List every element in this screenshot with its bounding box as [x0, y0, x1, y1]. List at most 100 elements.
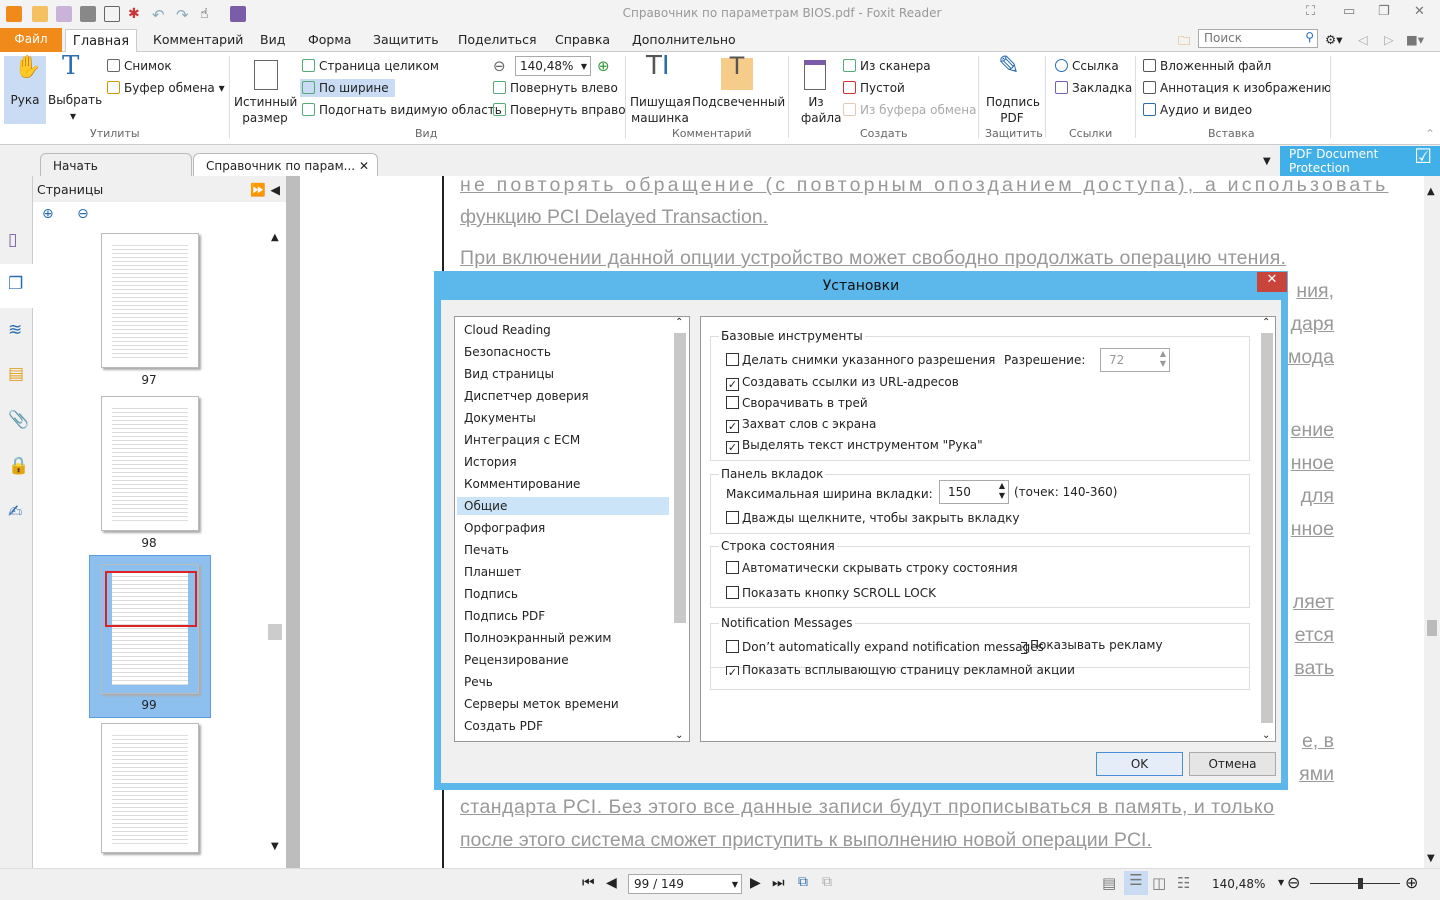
collapse-ribbon-icon[interactable]: ⌃: [1425, 127, 1435, 141]
page-thumbnail-current[interactable]: [101, 564, 199, 694]
continuous-facing-icon[interactable]: ☷: [1177, 874, 1190, 892]
tab-comment[interactable]: Комментарий: [153, 32, 243, 47]
scroll-up-icon[interactable]: ⌃: [1262, 317, 1270, 328]
fullscreen-icon[interactable]: ⛶: [1306, 4, 1315, 19]
page-number-input[interactable]: 99 / 149 ▼: [628, 874, 742, 894]
visible-area-box[interactable]: [105, 571, 197, 627]
minimize-button[interactable]: ▭: [1343, 4, 1355, 19]
category-item[interactable]: Полноэкранный режим: [464, 631, 611, 645]
security-icon[interactable]: 🔒: [8, 456, 29, 476]
zoom-slider[interactable]: [1310, 878, 1400, 889]
fit-visible-button[interactable]: Подогнать видимую область: [302, 103, 502, 117]
word-capture-checkbox[interactable]: ✓ Захват слов с экрана: [726, 417, 876, 433]
close-button[interactable]: ✕: [1414, 4, 1425, 19]
category-item[interactable]: Создать PDF: [464, 719, 543, 733]
actual-size-button[interactable]: Истинный размер: [234, 58, 297, 126]
back-icon[interactable]: ◁: [1358, 32, 1368, 47]
zoom-out-icon[interactable]: ⊖: [1287, 873, 1300, 892]
zoom-slider-thumb[interactable]: [1357, 878, 1363, 889]
category-item[interactable]: Подпись PDF: [464, 609, 545, 623]
max-tab-width-spinner[interactable]: 150 ▲ ▼: [939, 480, 1009, 504]
scroll-down-icon[interactable]: ⌄: [675, 730, 683, 741]
zoom-dropdown-icon[interactable]: ▼: [1278, 878, 1284, 887]
layers-icon[interactable]: ≋: [8, 320, 28, 340]
pdf-protection-banner[interactable]: PDF Document Protection ☑: [1280, 146, 1440, 176]
prev-page-icon[interactable]: ◀: [606, 875, 617, 891]
tab-form[interactable]: Форма: [308, 32, 351, 47]
page-thumbnail[interactable]: [101, 233, 199, 368]
category-item[interactable]: Серверы меток времени: [464, 697, 619, 711]
clipboard-button[interactable]: Буфер обмена ▾: [107, 81, 225, 95]
bookmark-button[interactable]: Закладка: [1055, 81, 1132, 95]
settings-icon[interactable]: ⚙▾: [1325, 32, 1342, 47]
reduce-thumbnails-icon[interactable]: ⊖: [77, 206, 89, 222]
category-item[interactable]: Интеграция с ECM: [464, 433, 580, 447]
ok-button[interactable]: OK: [1096, 752, 1183, 776]
continuous-page-icon[interactable]: ☰: [1124, 871, 1148, 895]
restore-button[interactable]: ❐: [1378, 4, 1390, 19]
category-item[interactable]: Рецензирование: [464, 653, 569, 667]
attachment-button[interactable]: Вложенный файл: [1143, 59, 1271, 73]
blank-button[interactable]: Пустой: [843, 81, 905, 95]
category-item[interactable]: Безопасность: [464, 345, 551, 359]
bookmarks-icon[interactable]: ▯: [8, 230, 28, 250]
minimize-tray-checkbox[interactable]: Сворачивать в трей: [726, 396, 868, 410]
settings-scrollbar[interactable]: [1261, 333, 1273, 723]
audio-video-button[interactable]: Аудио и видео: [1143, 103, 1252, 117]
tab-help[interactable]: Справка: [555, 32, 610, 47]
single-page-icon[interactable]: ▤: [1102, 874, 1116, 892]
link-button[interactable]: Ссылка: [1055, 59, 1119, 73]
url-links-checkbox[interactable]: ✓ Создавать ссылки из URL-адресов: [726, 375, 959, 391]
hand-button[interactable]: ✋ Рука: [4, 56, 46, 124]
category-item[interactable]: Планшет: [464, 565, 521, 579]
category-item[interactable]: Комментирование: [464, 477, 580, 491]
dialog-close-button[interactable]: ✕: [1257, 272, 1287, 292]
tab-share[interactable]: Поделиться: [458, 32, 537, 47]
cancel-button[interactable]: Отмена: [1189, 752, 1276, 776]
signatures-icon[interactable]: ✍: [8, 502, 28, 522]
resolution-spinner[interactable]: 72 ▲ ▼: [1100, 348, 1170, 372]
category-item[interactable]: Cloud Reading: [464, 323, 551, 337]
comments-icon[interactable]: ▤: [8, 364, 28, 384]
select-button[interactable]: T Выбрать ▾: [48, 53, 102, 124]
sign-pdf-button[interactable]: ✎ Подпись PDF: [982, 53, 1042, 126]
first-page-icon[interactable]: ⏮: [582, 875, 595, 891]
from-scanner-button[interactable]: Из сканера: [843, 59, 931, 73]
scroll-lock-checkbox[interactable]: Показать кнопку SCROLL LOCK: [726, 586, 936, 600]
category-item[interactable]: История: [464, 455, 517, 469]
close-tab-icon[interactable]: ✕: [359, 159, 369, 173]
category-item[interactable]: Орфография: [464, 521, 545, 535]
attachments-icon[interactable]: 📎: [8, 410, 29, 430]
promo-page-checkbox[interactable]: ✓ Показать всплывающую страницу рекламной…: [726, 663, 1075, 675]
category-item[interactable]: Подпись: [464, 587, 518, 601]
from-file-button[interactable]: Из файла: [794, 58, 841, 126]
zoom-in-icon[interactable]: ⊕: [597, 57, 610, 75]
category-item[interactable]: Документы: [464, 411, 536, 425]
next-view-icon[interactable]: ⧉: [822, 874, 832, 890]
snapshot-resolution-checkbox[interactable]: Делать снимки указанного разрешения: [726, 353, 995, 367]
search-icon[interactable]: ⚲: [1305, 30, 1314, 44]
page-thumbnail[interactable]: [101, 723, 199, 853]
document-scrollbar[interactable]: ▲ ▼: [1424, 176, 1440, 868]
rotate-left-button[interactable]: Повернуть влево: [493, 81, 618, 95]
pages-icon[interactable]: ❐: [8, 274, 28, 294]
last-page-icon[interactable]: ⏭: [772, 875, 785, 891]
snapshot-button[interactable]: Снимок: [107, 59, 172, 73]
tab-home[interactable]: Главная: [65, 29, 137, 53]
category-scrollbar[interactable]: [674, 333, 686, 623]
next-page-icon[interactable]: ▶: [750, 875, 761, 891]
tab-start[interactable]: Начать: [40, 153, 192, 176]
zoom-select[interactable]: 140,48% ▼: [515, 56, 591, 76]
dblclick-close-checkbox[interactable]: Дважды щелкните, чтобы закрыть вкладку: [726, 511, 1020, 525]
category-item[interactable]: Печать: [464, 543, 509, 557]
enlarge-thumbnails-icon[interactable]: ⊕: [42, 206, 54, 222]
tab-view[interactable]: Вид: [260, 32, 285, 47]
expand-icon[interactable]: ⏩: [250, 182, 266, 198]
from-clipboard-button[interactable]: Из буфера обмена: [843, 103, 976, 117]
collapse-icon[interactable]: ◀: [270, 182, 280, 197]
scroll-up-icon[interactable]: ⌃: [675, 317, 683, 328]
tab-document[interactable]: Справочник по парам... ✕: [193, 153, 378, 176]
auto-hide-statusbar-checkbox[interactable]: Автоматически скрывать строку состояния: [726, 561, 1018, 575]
category-item[interactable]: Речь: [464, 675, 493, 689]
tabs-dropdown-icon[interactable]: ▼: [1263, 156, 1271, 167]
